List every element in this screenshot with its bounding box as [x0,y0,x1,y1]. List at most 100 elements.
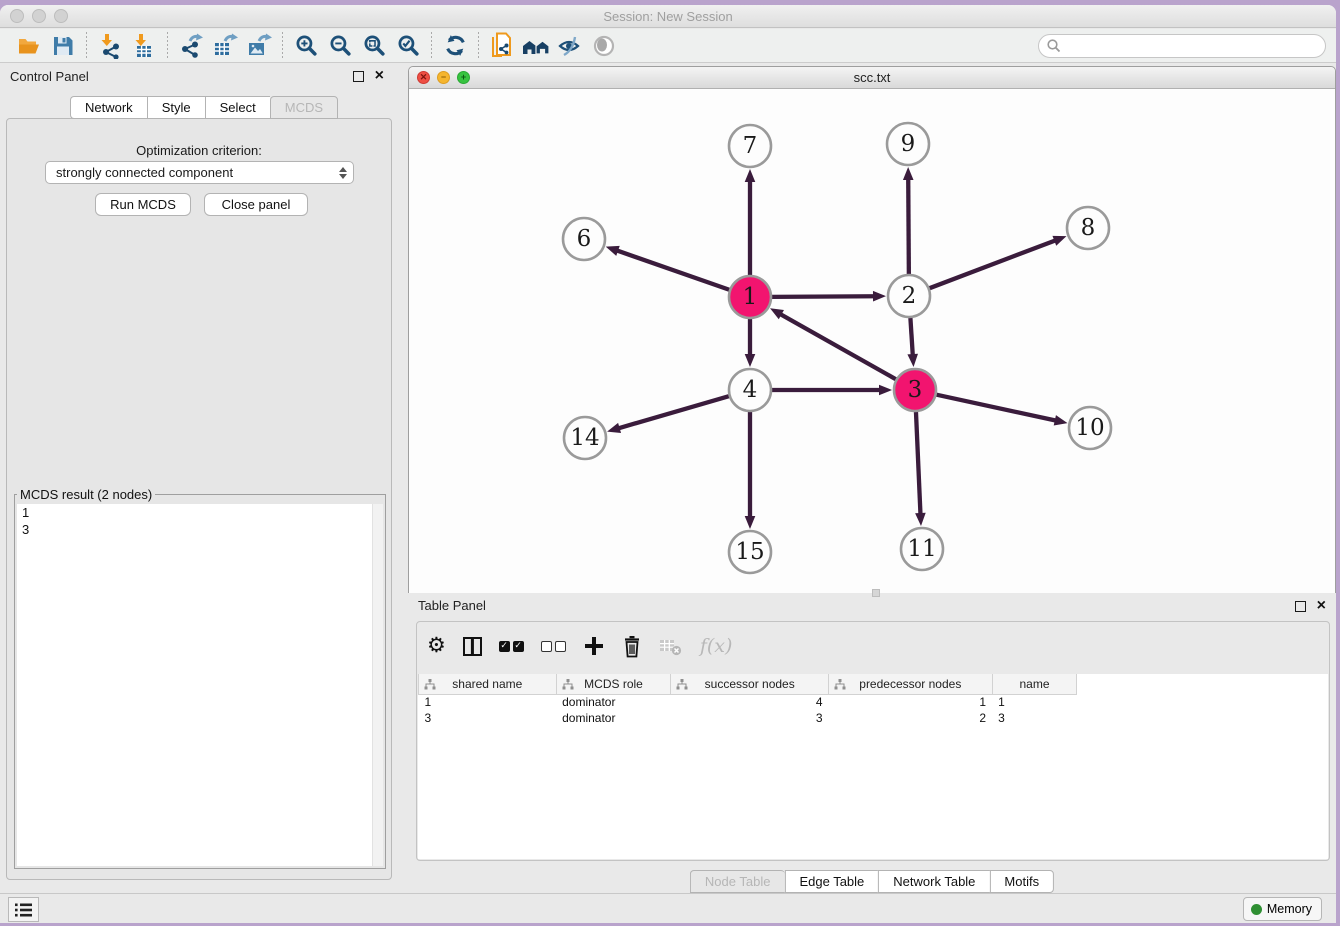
control-panel-float-icon[interactable] [353,71,364,82]
zoom-out-button[interactable] [323,31,357,61]
graph-edge-4-3[interactable] [772,385,892,396]
plus-icon [583,635,605,657]
toolbar-separator [431,32,432,60]
refresh-icon [443,33,468,58]
tab-mcds[interactable]: MCDS [270,96,338,119]
tab-network[interactable]: Network [70,96,147,119]
table-cell[interactable]: 1 [992,694,1077,710]
table-cell[interactable]: 1 [829,694,993,710]
search-input[interactable] [1062,37,1325,55]
graph-node-14[interactable]: 14 [564,417,606,459]
export-table-button[interactable] [208,31,242,61]
refresh-layout-button[interactable] [438,31,472,61]
graph-edge-1-4[interactable] [745,319,756,367]
tab-edge-table[interactable]: Edge Table [784,870,878,893]
deselect-all-columns-button[interactable] [541,631,566,661]
select-all-columns-button[interactable] [499,631,524,661]
mcds-result-list[interactable]: 1 3 [17,504,383,866]
graph-node-1[interactable]: 1 [729,276,771,318]
table-cell[interactable]: 2 [829,710,993,726]
zoom-in-button[interactable] [289,31,323,61]
import-network-button[interactable] [93,31,127,61]
graph-edge-3-10[interactable] [936,395,1067,426]
graph-node-2[interactable]: 2 [888,275,930,317]
column-header-filler [1077,674,1328,694]
graph-node-9[interactable]: 9 [887,123,929,165]
graph-edge-1-7[interactable] [745,169,756,275]
tab-select[interactable]: Select [205,96,270,119]
zoom-selected-icon [396,33,421,58]
export-image-icon [246,33,272,59]
column-header-name[interactable]: name [992,674,1077,694]
table-cell[interactable]: dominator [556,694,671,710]
copy-network-share-button[interactable] [485,31,519,61]
graph-node-4[interactable]: 4 [729,369,771,411]
column-header-MCDS-role[interactable]: MCDS role [556,674,671,694]
table-settings-button[interactable]: ⚙ [427,631,446,661]
import-table-button[interactable] [127,31,161,61]
zoom-fit-button[interactable] [357,31,391,61]
node-table: shared nameMCDS rolesuccessor nodesprede… [418,674,1328,726]
tab-network-table[interactable]: Network Table [878,870,989,893]
toolbar-separator [167,32,168,60]
table-row[interactable]: 1dominator411 [419,694,1329,710]
memory-button[interactable]: Memory [1243,897,1322,921]
control-panel-close-icon[interactable]: × [375,67,384,85]
open-session-button[interactable] [12,31,46,61]
graph-node-3[interactable]: 3 [894,369,936,411]
column-header-successor-nodes[interactable]: successor nodes [671,674,829,694]
preview-sphere-button[interactable] [587,31,621,61]
graph-edge-2-3[interactable] [907,318,918,367]
zoom-fit-icon [362,33,387,58]
graph-edge-2-9[interactable] [903,167,914,274]
graph-edge-3-11[interactable] [915,412,926,526]
home-button[interactable] [519,31,553,61]
hide-panels-button[interactable] [553,31,587,61]
function-builder-button[interactable]: f(x) [700,631,733,661]
tab-motifs[interactable]: Motifs [989,870,1054,893]
graph-node-10[interactable]: 10 [1069,407,1111,449]
save-session-button[interactable] [46,31,80,61]
graph-node-15[interactable]: 15 [729,531,771,573]
graph-node-8[interactable]: 8 [1067,207,1109,249]
graph-edge-1-2[interactable] [772,291,886,302]
graph-edge-4-14[interactable] [607,396,729,433]
graph-node-7[interactable]: 7 [729,125,771,167]
mcds-panel: Optimization criterion: strongly connect… [6,118,392,880]
optimization-criterion-select[interactable]: strongly connected component [45,161,354,184]
close-panel-button[interactable]: Close panel [204,193,308,216]
graph-node-6[interactable]: 6 [563,218,605,260]
import-table-icon [131,33,157,59]
task-history-button[interactable] [8,897,39,922]
create-column-button[interactable] [583,631,605,661]
network-graph[interactable]: 7 9 6 8 1 2 4 3 14 10 15 11 [409,89,1335,593]
export-network-button[interactable] [174,31,208,61]
run-mcds-button[interactable]: Run MCDS [95,193,191,216]
table-cell[interactable]: 3 [671,710,829,726]
node-table-area: shared nameMCDS rolesuccessor nodesprede… [418,674,1328,859]
graph-node-11[interactable]: 11 [901,528,943,570]
tab-style[interactable]: Style [147,96,205,119]
column-header-predecessor-nodes[interactable]: predecessor nodes [829,674,993,694]
graph-edge-2-8[interactable] [930,236,1067,288]
column-header-shared-name[interactable]: shared name [419,674,557,694]
table-cell[interactable]: dominator [556,710,671,726]
table-cell[interactable]: 4 [671,694,829,710]
result-scrollbar[interactable] [372,504,383,866]
delete-table-button[interactable] [659,631,683,661]
table-panel-float-icon[interactable] [1295,601,1306,612]
table-cell[interactable]: 3 [419,710,557,726]
network-canvas[interactable]: 7 9 6 8 1 2 4 3 14 10 15 11 [409,89,1335,593]
table-cell[interactable]: 3 [992,710,1077,726]
export-image-button[interactable] [242,31,276,61]
graph-edge-4-15[interactable] [745,412,756,529]
delete-column-button[interactable] [622,631,642,661]
show-columns-button[interactable] [463,631,482,661]
graph-edge-3-1[interactable] [770,308,896,379]
tab-node-table[interactable]: Node Table [690,870,785,893]
graph-edge-1-6[interactable] [606,246,730,290]
table-panel-close-icon[interactable]: × [1317,597,1326,615]
table-cell[interactable]: 1 [419,694,557,710]
zoom-selected-button[interactable] [391,31,425,61]
table-row[interactable]: 3dominator323 [419,710,1329,726]
